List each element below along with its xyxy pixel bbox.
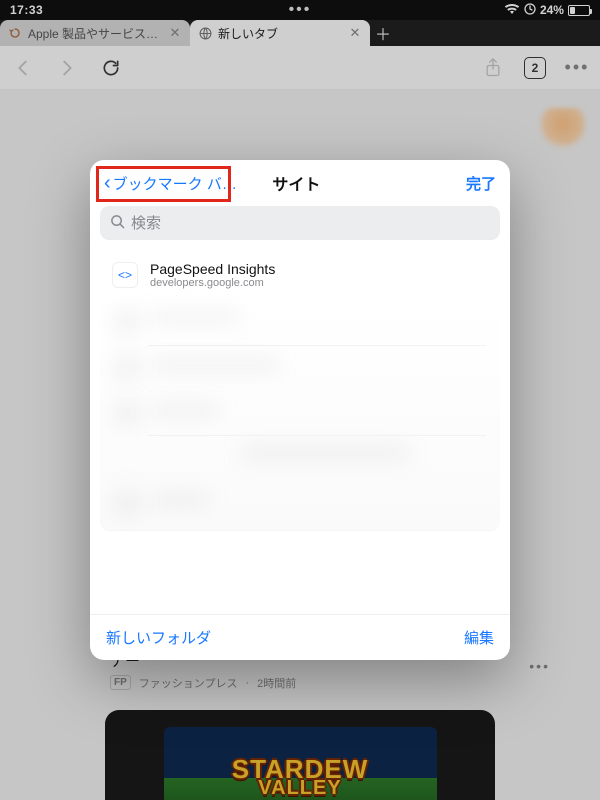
bookmark-title: PageSpeed Insights: [150, 261, 275, 277]
sheet-title: サイト: [127, 171, 466, 195]
done-button[interactable]: 完了: [466, 173, 496, 194]
chevron-left-icon: ‹: [104, 173, 111, 193]
edit-button[interactable]: 編集: [464, 627, 494, 648]
bookmarks-sheet: ‹ ブックマーク バ… サイト 完了 <> PageSpeed Insights…: [90, 160, 510, 660]
search-input[interactable]: [131, 215, 490, 232]
new-folder-button[interactable]: 新しいフォルダ: [106, 627, 211, 648]
sheet-header: ‹ ブックマーク バ… サイト 完了: [90, 160, 510, 206]
search-icon: [110, 214, 125, 233]
search-field[interactable]: [100, 206, 500, 240]
bookmark-row[interactable]: <> PageSpeed Insights developers.google.…: [100, 250, 500, 300]
sheet-footer: 新しいフォルダ 編集: [90, 614, 510, 660]
site-favicon-icon: <>: [112, 262, 138, 288]
sheet-body: <> PageSpeed Insights developers.google.…: [90, 250, 510, 614]
bookmark-subtitle: developers.google.com: [150, 277, 275, 289]
bookmarks-list: <> PageSpeed Insights developers.google.…: [100, 250, 500, 530]
redacted-rows: [100, 300, 500, 530]
